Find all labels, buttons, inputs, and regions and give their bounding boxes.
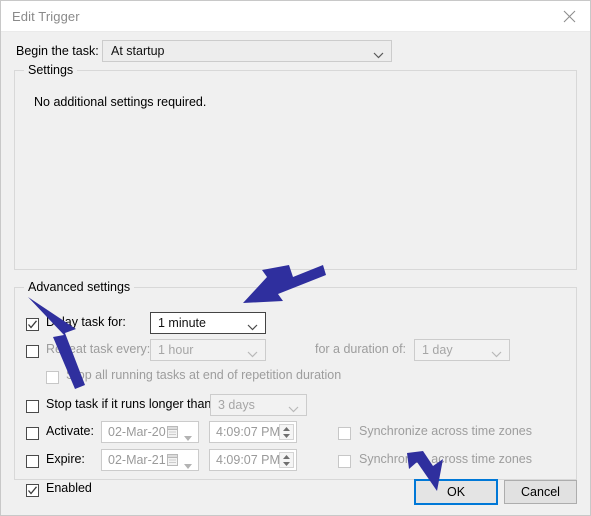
spinner-down-icon[interactable] [280,460,293,467]
expire-sync-timezones-checkbox[interactable] [338,455,351,468]
enabled-label: Enabled [46,481,92,495]
chevron-down-icon [247,320,258,334]
spinner-up-icon[interactable] [280,425,293,432]
chevron-down-icon [288,402,299,416]
settings-note: No additional settings required. [34,95,207,109]
repeat-task-label: Repeat task every: [46,342,151,356]
delay-duration-value: 1 minute [158,316,206,330]
enabled-checkbox[interactable] [26,484,39,497]
expire-checkbox[interactable] [26,455,39,468]
repeat-interval-combo[interactable]: 1 hour [150,339,266,361]
expire-date-field[interactable]: 02-Mar-21 [101,449,199,471]
expire-time-field[interactable]: 4:09:07 PM [209,449,297,471]
chevron-down-icon [184,430,192,444]
chevron-down-icon [373,48,384,62]
expire-date-value: 02-Mar-21 [108,453,166,467]
dialog-body: Begin the task: At startup Settings No a… [1,32,590,515]
repeat-task-checkbox[interactable] [26,345,39,358]
activate-label: Activate: [46,424,94,438]
activate-date-field[interactable]: 02-Mar-20 [101,421,199,443]
activate-date-value: 02-Mar-20 [108,425,166,439]
delay-task-checkbox[interactable] [26,318,39,331]
settings-group: Settings No additional settings required… [14,63,577,270]
stop-task-duration-combo[interactable]: 3 days [210,394,307,416]
settings-group-legend: Settings [24,63,78,77]
ok-button[interactable]: OK [415,480,497,504]
chevron-down-icon [491,347,502,361]
activate-sync-timezones-checkbox[interactable] [338,427,351,440]
window-title: Edit Trigger [12,9,80,24]
begin-task-row: Begin the task: At startup [1,40,590,64]
stop-all-running-tasks-label: Stop all running tasks at end of repetit… [66,368,342,382]
stop-task-duration-value: 3 days [218,398,255,412]
repeat-duration-combo[interactable]: 1 day [414,339,510,361]
chevron-down-icon [247,347,258,361]
expire-label: Expire: [46,452,85,466]
spinner-up-icon[interactable] [280,453,293,460]
close-icon[interactable] [547,1,590,31]
delay-duration-combo[interactable]: 1 minute [150,312,266,334]
expire-time-spinner[interactable] [279,452,294,468]
repeat-duration-value: 1 day [422,343,453,357]
spinner-down-icon[interactable] [280,432,293,439]
ok-button-label: OK [446,485,466,499]
cancel-button-label: Cancel [521,485,560,499]
close-x-glyph [563,10,576,22]
activate-time-value: 4:09:07 PM [216,425,280,439]
repeat-interval-value: 1 hour [158,343,194,357]
edit-trigger-dialog: Edit Trigger Begin the task: At startup … [0,0,591,516]
advanced-settings-group: Advanced settings Delay task for: 1 minu… [14,280,577,497]
expire-time-value: 4:09:07 PM [216,453,280,467]
title-bar: Edit Trigger [1,1,590,32]
repeat-duration-label: for a duration of: [315,342,407,356]
stop-task-checkbox[interactable] [26,400,39,413]
check-icon [28,320,38,329]
advanced-settings-legend: Advanced settings [24,280,135,294]
expire-sync-timezones-label: Synchronize across time zones [359,452,532,466]
calendar-icon [167,454,178,469]
activate-time-spinner[interactable] [279,424,294,440]
delay-task-label: Delay task for: [46,315,126,329]
activate-checkbox[interactable] [26,427,39,440]
activate-time-field[interactable]: 4:09:07 PM [209,421,297,443]
calendar-icon [167,426,178,441]
begin-task-combo[interactable]: At startup [102,40,392,62]
chevron-down-icon [184,458,192,472]
begin-task-label: Begin the task: [16,44,99,58]
check-icon [28,486,38,495]
stop-all-running-tasks-checkbox[interactable] [46,371,59,384]
stop-task-label: Stop task if it runs longer than: [46,397,215,411]
cancel-button[interactable]: Cancel [504,480,577,504]
begin-task-combo-value: At startup [111,44,165,58]
activate-sync-timezones-label: Synchronize across time zones [359,424,532,438]
